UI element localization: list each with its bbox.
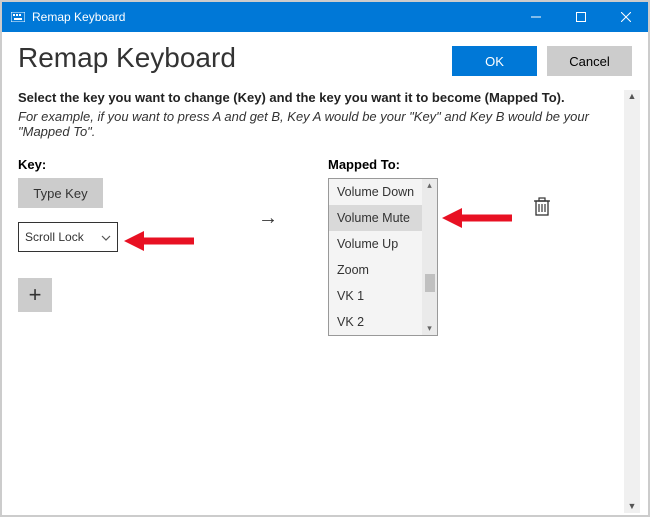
dropdown-item[interactable]: VK 1 [329, 283, 437, 309]
arrow-column: → [208, 157, 328, 230]
cancel-button[interactable]: Cancel [547, 46, 632, 76]
scroll-up-icon[interactable]: ▲ [628, 92, 637, 101]
key-select[interactable]: Scroll Lock [18, 222, 118, 252]
mapped-label: Mapped To: [328, 157, 528, 172]
key-label: Key: [18, 157, 208, 172]
dropdown-item[interactable]: Volume Down [329, 179, 437, 205]
minimize-button[interactable] [513, 2, 558, 32]
chevron-down-icon [101, 230, 111, 244]
scroll-track[interactable] [624, 101, 640, 502]
key-column: Key: Type Key Scroll Lock + [18, 157, 208, 312]
scroll-thumb[interactable] [425, 274, 435, 292]
add-mapping-button[interactable]: + [18, 278, 52, 312]
trash-icon[interactable] [533, 197, 553, 219]
mapping-row: Key: Type Key Scroll Lock + → Mapped To:… [18, 157, 618, 336]
page-scrollbar[interactable]: ▲ ▼ [624, 90, 640, 513]
mapped-column: Mapped To: Volume Down Volume Mute Volum… [328, 157, 528, 336]
scroll-down-icon[interactable]: ▾ [427, 322, 432, 335]
titlebar: Remap Keyboard [2, 2, 648, 32]
header-row: Remap Keyboard OK Cancel [2, 32, 648, 84]
dropdown-item[interactable]: Volume Up [329, 231, 437, 257]
keyboard-app-icon [10, 9, 26, 25]
scroll-down-icon[interactable]: ▼ [628, 502, 637, 511]
button-row: OK Cancel [452, 46, 632, 76]
dropdown-item[interactable]: Volume Mute [329, 205, 437, 231]
instruction-primary: Select the key you want to change (Key) … [18, 90, 618, 105]
dropdown-item[interactable]: VK 2 [329, 309, 437, 335]
ok-button[interactable]: OK [452, 46, 537, 76]
dropdown-item[interactable]: Zoom [329, 257, 437, 283]
key-select-value: Scroll Lock [25, 230, 84, 244]
mapped-dropdown[interactable]: Volume Down Volume Mute Volume Up Zoom V… [328, 178, 438, 336]
scroll-up-icon[interactable]: ▴ [427, 179, 432, 192]
window-title: Remap Keyboard [32, 10, 125, 24]
type-key-button[interactable]: Type Key [18, 178, 103, 208]
maximize-button[interactable] [558, 2, 603, 32]
content: ▲ ▼ Select the key you want to change (K… [2, 90, 648, 513]
arrow-right-icon: → [258, 207, 278, 230]
instruction-example: For example, if you want to press A and … [18, 109, 618, 139]
page-title: Remap Keyboard [18, 42, 236, 74]
dropdown-scrollbar[interactable]: ▴ ▾ [422, 179, 437, 335]
close-button[interactable] [603, 2, 648, 32]
